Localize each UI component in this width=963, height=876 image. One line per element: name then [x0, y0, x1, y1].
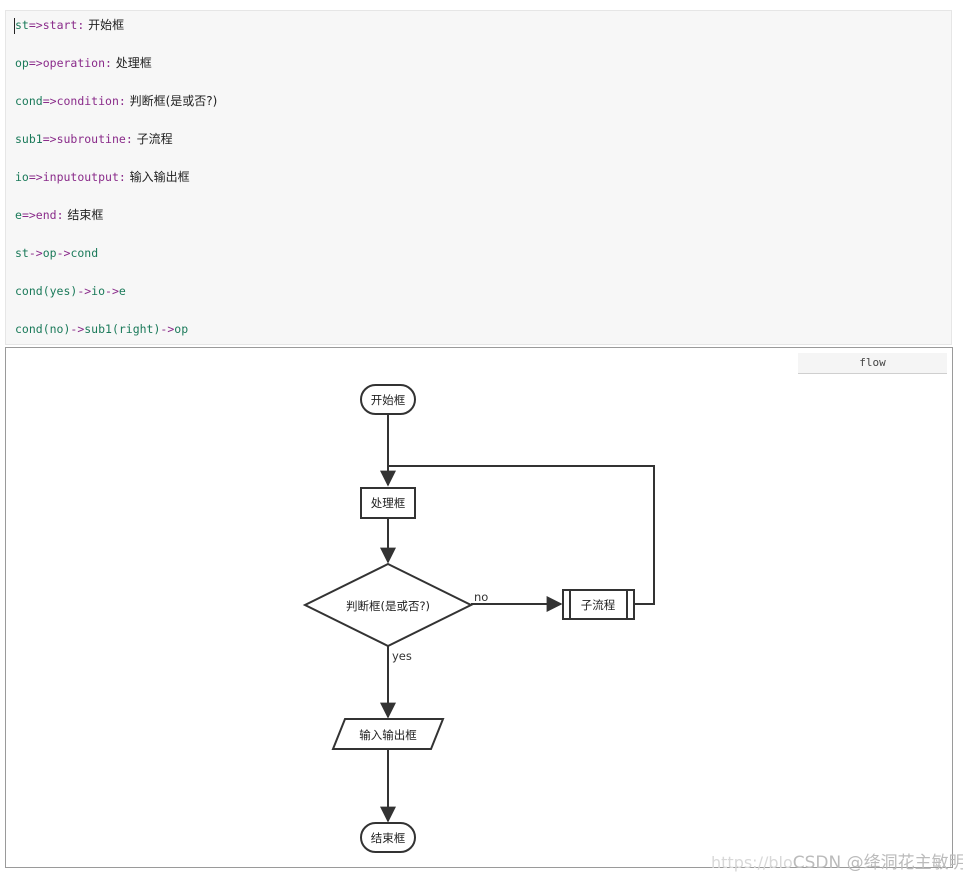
- code-line-flow-2: cond(yes)->io->e: [15, 282, 126, 300]
- token-label: 判断框(是或否?): [125, 94, 218, 108]
- end-node-label: 结束框: [371, 831, 406, 845]
- token-identifier: cond: [70, 246, 99, 260]
- edge-label-yes: yes: [392, 649, 412, 663]
- token-type: inputoutput: [42, 170, 119, 184]
- token-operator: =>: [42, 94, 57, 108]
- code-editor[interactable]: st=>start: 开始框 op=>operation: 处理框 cond=>…: [5, 10, 952, 345]
- watermark-brand: CSDN @绛洞花主敏明: [792, 853, 963, 873]
- token-type: start: [42, 18, 78, 32]
- token-operator: =>: [21, 208, 36, 222]
- token-identifier: st: [15, 18, 29, 32]
- token-colon: :: [105, 56, 112, 70]
- operation-node-label: 处理框: [371, 496, 406, 510]
- token-identifier: cond: [15, 94, 43, 108]
- token-arrow: ->: [160, 322, 175, 336]
- token-type: condition: [56, 94, 119, 108]
- token-type: subroutine: [56, 132, 126, 146]
- token-identifier: sub1(right): [84, 322, 161, 336]
- code-line-condition: cond=>condition: 判断框(是或否?): [15, 92, 217, 110]
- subroutine-node-label: 子流程: [581, 598, 616, 612]
- token-operator: =>: [28, 56, 43, 70]
- token-arrow: ->: [28, 246, 43, 260]
- token-arrow: ->: [56, 246, 71, 260]
- flowchart-preview: flow 开始框 处理框 判断框(是或否?) 子流程 输入输出框 结束框 no …: [5, 347, 953, 868]
- code-line-operation: op=>operation: 处理框: [15, 54, 152, 72]
- token-arrow: ->: [70, 322, 85, 336]
- code-line-flow-3: cond(no)->sub1(right)->op: [15, 320, 188, 338]
- token-identifier: sub1: [15, 132, 43, 146]
- token-identifier: st: [15, 246, 29, 260]
- token-label: 处理框: [111, 56, 152, 70]
- csdn-watermark: https://bloCSDN @绛洞花主敏明: [711, 848, 963, 873]
- token-identifier: io: [91, 284, 106, 298]
- token-colon: :: [125, 132, 133, 146]
- code-line-subroutine: sub1=>subroutine: 子流程: [15, 130, 173, 148]
- code-line-inputoutput: io=>inputoutput: 输入输出框: [15, 168, 190, 186]
- token-operator: =>: [28, 18, 43, 32]
- start-node-label: 开始框: [371, 393, 406, 407]
- token-arrow: ->: [105, 284, 119, 298]
- token-identifier: cond(yes): [15, 284, 78, 298]
- token-type: operation: [42, 56, 106, 70]
- token-identifier: cond(no): [15, 322, 71, 336]
- token-arrow: ->: [77, 284, 92, 298]
- token-label: 结束框: [63, 208, 104, 222]
- code-line-flow-1: st->op->cond: [15, 244, 98, 262]
- token-identifier: io: [15, 170, 29, 184]
- token-identifier: op: [42, 246, 57, 260]
- token-colon: :: [118, 170, 126, 184]
- token-colon: :: [118, 94, 126, 108]
- token-type: end: [35, 208, 57, 222]
- token-operator: =>: [42, 132, 57, 146]
- token-identifier: e: [15, 208, 22, 222]
- token-label: 子流程: [132, 132, 173, 146]
- edge-label-no: no: [474, 590, 488, 604]
- watermark-url: https://blo: [711, 853, 793, 872]
- token-label: 开始框: [84, 18, 125, 32]
- token-identifier: op: [15, 56, 29, 70]
- token-identifier: e: [118, 284, 126, 298]
- token-operator: =>: [28, 170, 43, 184]
- inputoutput-node-label: 输入输出框: [359, 728, 417, 742]
- token-identifier: op: [174, 322, 189, 336]
- token-colon: :: [56, 208, 64, 222]
- token-label: 输入输出框: [125, 170, 190, 184]
- code-line-end: e=>end: 结束框: [15, 206, 103, 224]
- flowchart-svg: 开始框 处理框 判断框(是或否?) 子流程 输入输出框 结束框 no yes: [302, 384, 655, 853]
- code-line-start: st=>start: 开始框: [15, 16, 124, 34]
- condition-node-label: 判断框(是或否?): [346, 599, 430, 613]
